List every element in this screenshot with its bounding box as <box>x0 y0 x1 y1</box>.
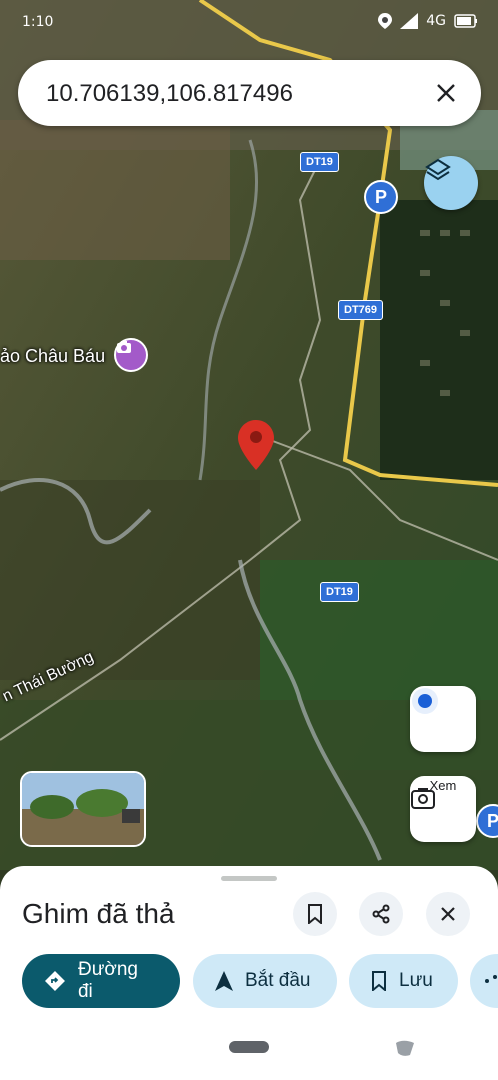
start-label: Bắt đầu <box>245 970 311 991</box>
share-icon <box>485 975 497 983</box>
sheet-drag-handle[interactable] <box>221 876 277 881</box>
battery-icon <box>454 14 477 28</box>
location-status-icon <box>378 13 393 29</box>
system-nav-bar <box>0 1027 498 1080</box>
parking-icon[interactable]: P <box>364 180 398 214</box>
my-location-button[interactable] <box>410 686 476 752</box>
share-button[interactable] <box>359 892 403 936</box>
layers-button[interactable] <box>424 156 478 210</box>
lens-button[interactable]: Xem <box>410 776 476 842</box>
save-button[interactable]: Lưu <box>349 954 458 1008</box>
status-time: 1:10 <box>22 14 54 30</box>
directions-icon <box>44 971 65 991</box>
sheet-title: Ghim đã thả <box>22 898 175 929</box>
road-label-dt19-north: DT19 <box>300 152 339 172</box>
close-sheet-button[interactable] <box>426 892 470 936</box>
road-label-dt769: DT769 <box>338 300 384 320</box>
start-button[interactable]: Bắt đầu <box>193 954 337 1008</box>
signal-icon <box>400 13 419 29</box>
accessibility-hand-icon[interactable] <box>392 1037 418 1057</box>
road-label-dt19-south: DT19 <box>320 582 359 602</box>
directions-label: Đường đi <box>77 959 139 1002</box>
share-chip-partial[interactable] <box>470 954 498 1008</box>
search-query[interactable]: 10.706139,106.817496 <box>46 80 293 108</box>
status-bar: 1:10 4G <box>0 0 498 46</box>
bookmark-button[interactable] <box>293 892 337 936</box>
directions-button[interactable]: Đường đi <box>22 954 180 1008</box>
network-type: 4G <box>426 13 446 29</box>
satellite-map[interactable]: DT19 DT769 DT19 ảo Châu Báu P P n Thái B… <box>0 0 498 870</box>
search-bar[interactable]: 10.706139,106.817496 <box>18 60 481 126</box>
home-gesture-pill[interactable] <box>229 1041 269 1053</box>
bookmark-icon <box>308 904 322 924</box>
share-icon <box>372 904 390 924</box>
camera-poi-icon[interactable] <box>114 338 148 372</box>
layers-icon <box>425 158 451 181</box>
street-view-thumbnail[interactable] <box>20 771 146 847</box>
clear-search-button[interactable] <box>425 72 467 114</box>
location-dot-icon <box>412 688 438 714</box>
bookmark-icon <box>372 971 386 991</box>
save-label: Lưu <box>399 970 433 991</box>
navigation-arrow-icon <box>215 971 233 991</box>
close-icon <box>437 84 455 102</box>
place-label: ảo Châu Báu <box>0 346 106 366</box>
close-icon <box>441 907 455 921</box>
camera-icon <box>411 788 435 809</box>
